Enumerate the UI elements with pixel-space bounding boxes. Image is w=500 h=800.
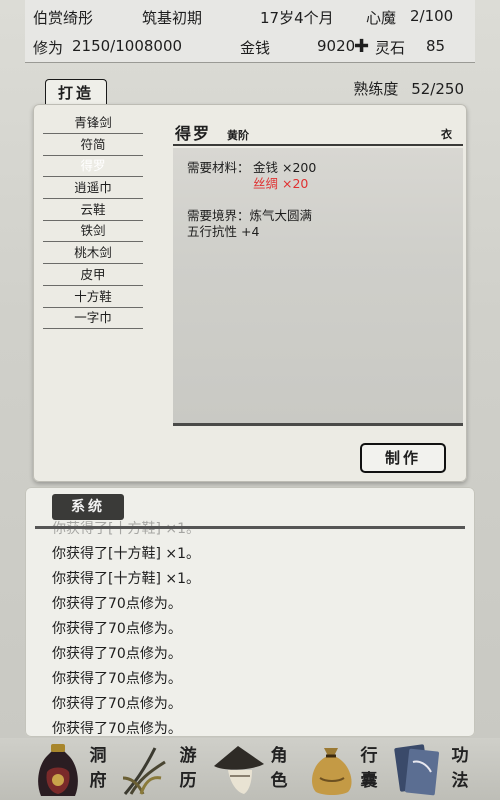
material-money: 金钱 ×200: [253, 160, 317, 175]
divider: [173, 144, 463, 146]
log-line: 你获得了70点修为。: [52, 696, 182, 712]
realm-requirement: 需要境界：炼气大圆满: [187, 208, 313, 223]
item-detail-box: 需要材料： 金钱 ×200 丝绸 ×20 需要境界：炼气大圆满 五行抗性 +4: [173, 148, 463, 423]
tab-craft[interactable]: 打造: [45, 79, 107, 106]
list-item[interactable]: 皮甲: [43, 265, 143, 286]
sack-icon: [312, 748, 352, 795]
list-item[interactable]: 云鞋: [43, 200, 143, 221]
money-label: 金钱: [240, 39, 271, 57]
plus-cross-icon: ✚: [354, 36, 370, 57]
log-line: 你获得了70点修为。: [52, 621, 182, 637]
nav-label: 游历: [179, 746, 197, 791]
log-line: 你获得了[十方鞋] ×1。: [52, 546, 201, 562]
log-line: 你获得了70点修为。: [52, 671, 182, 687]
divider: [35, 526, 465, 529]
nav-label: 角色: [270, 746, 288, 791]
player-name: 伯赏绮彤: [33, 9, 94, 27]
divider: [173, 423, 463, 426]
log-line: 你获得了70点修为。: [52, 646, 182, 662]
list-item-selected[interactable]: 得罗: [43, 156, 143, 178]
realm-level: 筑基初期: [142, 9, 203, 27]
proficiency-value: 52/250: [411, 80, 464, 98]
log-line: 你获得了[十方鞋] ×1。: [52, 521, 201, 537]
log-line: 你获得了[十方鞋] ×1。: [52, 571, 201, 587]
list-item[interactable]: 一字巾: [43, 308, 143, 330]
nav-label: 功法: [451, 746, 469, 791]
money-value: 9020: [317, 37, 356, 55]
cultivation-value: 2150/1008000: [72, 37, 183, 55]
player-age: 17岁4个月: [260, 9, 334, 27]
spirit-stone-label: 灵石: [375, 39, 406, 57]
scroll-books-icon: [394, 744, 440, 796]
straw-hat-icon: [214, 746, 264, 794]
item-grade: 黄阶: [227, 129, 249, 142]
list-item[interactable]: 逍遥巾: [43, 178, 143, 200]
log-list: 你获得了[十方鞋] ×1。 你获得了[十方鞋] ×1。 你获得了[十方鞋] ×1…: [52, 517, 200, 737]
nav-cave[interactable]: 洞府: [25, 738, 125, 800]
make-button[interactable]: 制作: [360, 443, 446, 473]
item-name: 得罗: [175, 124, 212, 143]
spirit-stone-value: 85: [426, 37, 446, 55]
proficiency: 熟练度 52/250: [353, 78, 464, 99]
materials-label: 需要材料：: [187, 160, 250, 175]
proficiency-label: 熟练度: [353, 80, 399, 98]
cultivation-label: 修为: [33, 39, 64, 57]
list-item[interactable]: 符简: [43, 135, 143, 156]
list-item[interactable]: 青锋剑: [43, 113, 143, 134]
tab-system[interactable]: 系统: [52, 494, 124, 520]
list-item[interactable]: 十方鞋: [43, 287, 143, 308]
reed-grass-icon: [122, 747, 166, 795]
nav-label: 行囊: [360, 746, 378, 791]
craft-panel: 青锋剑 符简 得罗 逍遥巾 云鞋 铁剑 桃木剑 皮甲 十方鞋 一字巾 得罗 黄阶…: [33, 104, 467, 482]
status-bar: 伯赏绮彤 筑基初期 17岁4个月 心魔 2/100 修为 2150/100800…: [25, 0, 475, 63]
nav-skills[interactable]: 功法: [385, 738, 485, 800]
item-type: 衣: [441, 128, 452, 141]
item-effect: 五行抗性 +4: [187, 224, 260, 239]
item-detail-header: 得罗 黄阶 衣: [175, 122, 452, 143]
nav-character[interactable]: 角色: [206, 738, 306, 800]
list-item[interactable]: 铁剑: [43, 221, 143, 243]
nav-travel[interactable]: 游历: [113, 738, 213, 800]
list-item[interactable]: 桃木剑: [43, 243, 143, 265]
cave-bag-icon: [38, 744, 78, 796]
nav-label: 洞府: [89, 746, 107, 791]
log-line: 你获得了70点修为。: [52, 596, 182, 612]
heart-demon-value: 2/100: [410, 7, 454, 25]
material-silk: 丝绸 ×20: [253, 176, 309, 191]
system-log-panel[interactable]: 你获得了[十方鞋] ×1。 你获得了[十方鞋] ×1。 你获得了[十方鞋] ×1…: [25, 487, 475, 737]
nav-bag[interactable]: 行囊: [298, 738, 398, 800]
heart-demon-label: 心魔: [366, 9, 397, 27]
log-line: 你获得了70点修为。: [52, 721, 182, 737]
bottom-nav: 洞府 游历 角色 行囊 功法: [0, 738, 500, 800]
craft-item-list: 青锋剑 符简 得罗 逍遥巾 云鞋 铁剑 桃木剑 皮甲 十方鞋 一字巾: [43, 113, 143, 330]
